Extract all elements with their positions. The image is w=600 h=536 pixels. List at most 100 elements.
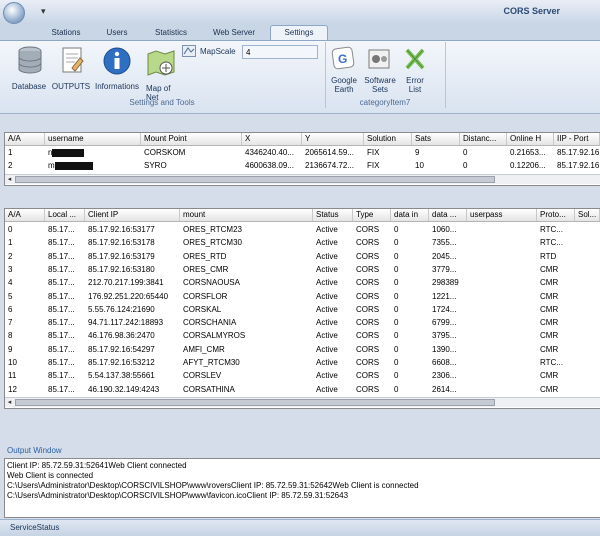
cell-protocol: CMR [540, 264, 559, 274]
table-row[interactable]: 9 85.17... 85.17.92.16:54297 AMFI_CMR Active… [5, 343, 600, 356]
cell-solution: FIX [367, 161, 380, 170]
scroll-left-arrow-icon[interactable]: ◂ [5, 175, 14, 184]
cell-solution [575, 276, 600, 289]
cell-solution [575, 329, 600, 342]
cell-protocol: CMR [540, 344, 559, 354]
quick-access-chevron-icon[interactable]: ▾ [41, 6, 46, 17]
tab-users[interactable]: Users [96, 26, 138, 40]
scrollbar-thumb[interactable] [15, 176, 495, 183]
cell-userpass [467, 303, 537, 316]
col-header-userpass[interactable]: userpass [467, 209, 537, 221]
cell-type: CORS [356, 238, 380, 248]
col-header-solution[interactable]: Solution [364, 133, 412, 145]
cell-mount: ORES_RTD [183, 251, 227, 261]
cell-iip-port: 85.17.92.16 [557, 148, 600, 157]
cell-userpass [467, 329, 537, 342]
tab-web-server[interactable]: Web Server [203, 26, 265, 40]
table-row[interactable]: 2 85.17... 85.17.92.16:53179 ORES_RTD Active… [5, 250, 600, 263]
outputs-button[interactable]: OUTPUTS [50, 46, 92, 96]
scroll-left-arrow-icon[interactable]: ◂ [5, 398, 14, 407]
application-menu-button[interactable] [3, 2, 25, 24]
cell-client-ip: 212.70.217.199:3841 [88, 278, 164, 288]
tab-settings[interactable]: Settings [270, 25, 328, 41]
stations-horizontal-scrollbar[interactable]: ◂ [5, 174, 600, 184]
cell-mount-point: SYRO [144, 161, 167, 170]
col-header-solution[interactable]: Sol... [575, 209, 600, 221]
col-header-iip-port[interactable]: IIP - Port [554, 133, 600, 145]
cell-client-ip: 46.190.32.149:4243 [88, 384, 160, 394]
table-row[interactable]: 10 85.17... 85.17.92.16:53212 AFYT_RTCM30 Ac… [5, 356, 600, 369]
scrollbar-thumb[interactable] [15, 399, 495, 406]
tab-statistics[interactable]: Statistics [143, 26, 199, 40]
error-list-button[interactable]: Error List [400, 46, 430, 96]
mapscale-label: MapScale [200, 47, 236, 56]
window-title: CORS Server [503, 6, 560, 16]
cell-userpass [467, 236, 537, 249]
cell-status: Active [316, 344, 338, 354]
col-header-sats[interactable]: Sats [412, 133, 460, 145]
col-header-local[interactable]: Local ... [45, 209, 85, 221]
error-list-icon [405, 48, 425, 70]
ribbon-group-separator [325, 42, 326, 108]
table-row[interactable]: 11 85.17... 5.54.137.38:55661 CORSLEV Active… [5, 369, 600, 382]
col-header-aa[interactable]: A/A [5, 209, 45, 221]
col-header-y[interactable]: Y [302, 133, 364, 145]
col-header-aa[interactable]: A/A [5, 133, 45, 145]
table-row[interactable]: 0 85.17... 85.17.92.16:53177 ORES_RTCM23 Act… [5, 223, 600, 236]
col-header-data-out[interactable]: data ... [429, 209, 467, 221]
cell-data-in: 0 [394, 278, 399, 288]
cell-distance: 0 [463, 161, 468, 170]
table-row[interactable]: 1 n CORSKOM 4346240.40... 2065614.59... FIX 9 0… [5, 146, 600, 159]
table-row[interactable]: 1 85.17... 85.17.92.16:53178 ORES_RTCM30 Act… [5, 236, 600, 249]
cell-client-ip: 85.17.92.16:53180 [88, 264, 155, 274]
col-header-protocol[interactable]: Proto... [537, 209, 575, 221]
table-row[interactable]: 7 85.17... 94.71.117.242:18893 CORSCHANIA Ac… [5, 316, 600, 329]
clients-horizontal-scrollbar[interactable]: ◂ [5, 397, 600, 407]
cell-userpass [467, 369, 537, 382]
col-header-x[interactable]: X [242, 133, 302, 145]
ribbon-group-separator [445, 42, 446, 108]
cell-local: 85.17... [48, 371, 75, 381]
informations-button[interactable]: Informations [94, 46, 140, 96]
col-header-mount[interactable]: mount [180, 209, 313, 221]
cell-protocol: CMR [540, 304, 559, 314]
col-header-online-h[interactable]: Online H [507, 133, 554, 145]
database-button[interactable]: Database [8, 46, 50, 96]
col-header-username[interactable]: username [45, 133, 141, 145]
cell-solution [575, 250, 600, 263]
col-header-data-in[interactable]: data in [391, 209, 429, 221]
cell-x: 4346240.40... [245, 148, 294, 157]
cell-mount: AMFI_CMR [183, 344, 225, 354]
table-row[interactable]: 5 85.17... 176.92.251.220:65440 CORSFLOR Act… [5, 290, 600, 303]
cell-mount: CORSATHINA [183, 384, 235, 394]
table-row[interactable]: 2 m SYRO 4600638.09... 2136674.72... FIX 10 0 0.… [5, 159, 600, 172]
col-header-distance[interactable]: Distanc... [460, 133, 507, 145]
cell-client-ip: 85.17.92.16:53177 [88, 225, 155, 234]
software-sets-button[interactable]: Software Sets [361, 46, 399, 96]
table-row[interactable]: 4 85.17... 212.70.217.199:3841 CORSNAOUSA Ac… [5, 276, 600, 289]
mapscale-input[interactable] [242, 45, 318, 59]
cell-sats: 10 [415, 161, 424, 170]
table-row[interactable]: 6 85.17... 5.55.76.124:21690 CORSKAL Active C… [5, 303, 600, 316]
col-header-client-ip[interactable]: Client IP [85, 209, 180, 221]
col-header-mount-point[interactable]: Mount Point [141, 133, 242, 145]
cell-status: Active [316, 225, 338, 234]
outputs-icon [62, 47, 84, 73]
cell-userpass [467, 290, 537, 303]
database-icon [18, 46, 42, 74]
table-row[interactable]: 8 85.17... 46.176.98.36:2470 CORSALMYROS Act… [5, 329, 600, 342]
cell-client-ip: 85.17.92.16:53178 [88, 238, 155, 248]
cell-mount: CORSCHANIA [183, 318, 237, 328]
cell-aa: 7 [8, 318, 13, 328]
cell-status: Active [316, 278, 338, 288]
table-row[interactable]: 12 85.17... 46.190.32.149:4243 CORSATHINA Ac… [5, 383, 600, 396]
output-window[interactable]: Client IP: 85.72.59.31:52641Web Client c… [4, 458, 600, 518]
col-header-status[interactable]: Status [313, 209, 353, 221]
info-icon [103, 47, 131, 75]
tab-stations[interactable]: Stations [40, 26, 92, 40]
map-of-net-button[interactable]: Map of Net [142, 44, 180, 102]
google-earth-button[interactable]: G Google Earth [328, 46, 360, 96]
cell-solution [575, 303, 600, 316]
col-header-type[interactable]: Type [353, 209, 391, 221]
table-row[interactable]: 3 85.17... 85.17.92.16:53180 ORES_CMR Active… [5, 263, 600, 276]
